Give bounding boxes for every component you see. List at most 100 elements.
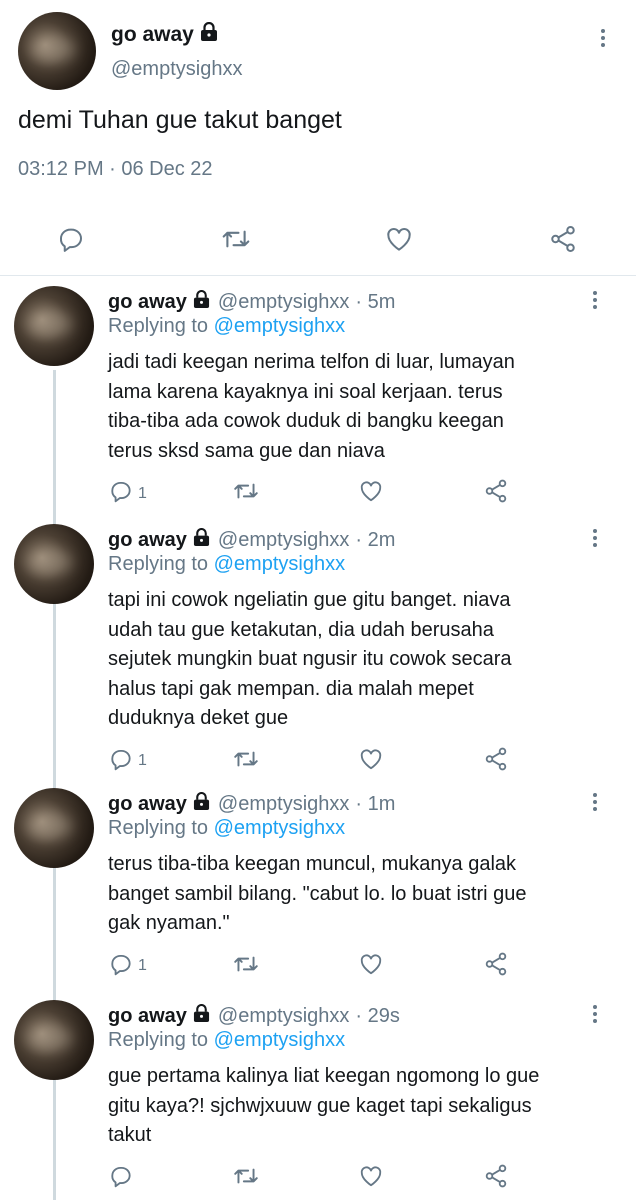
reply-author[interactable]: go away @emptysighxx · 5m: [108, 289, 395, 315]
reply-button[interactable]: 1: [108, 746, 147, 777]
share-icon: [483, 478, 509, 509]
replying-to: Replying to @emptysighxx: [108, 553, 345, 576]
reply-text-line: udah tau gue ketakutan, dia udah berusah…: [108, 618, 494, 641]
share-icon: [483, 1163, 509, 1194]
reply-time[interactable]: · 1m: [355, 793, 395, 816]
share-button[interactable]: [483, 746, 509, 777]
avatar[interactable]: [14, 524, 94, 604]
share-icon: [483, 746, 509, 777]
display-name[interactable]: go away: [108, 291, 187, 314]
reply-icon: [108, 478, 134, 509]
more-icon[interactable]: [591, 291, 599, 312]
like-icon: [358, 478, 384, 509]
retweet-icon: [232, 746, 260, 777]
avatar[interactable]: [14, 788, 94, 868]
reply-handle[interactable]: @emptysighxx: [218, 529, 349, 552]
divider: [0, 275, 636, 276]
avatar[interactable]: [14, 1000, 94, 1080]
reply-count: 1: [138, 752, 147, 769]
reply-button[interactable]: 1: [108, 951, 147, 982]
share-button[interactable]: [548, 224, 578, 259]
more-icon[interactable]: [599, 29, 607, 50]
display-name[interactable]: go away: [108, 793, 187, 816]
reply-count: 1: [138, 957, 147, 974]
lock-icon: [193, 1003, 210, 1029]
main-handle[interactable]: @emptysighxx: [111, 58, 242, 81]
replying-to: Replying to @emptysighxx: [108, 1029, 345, 1052]
like-icon: [358, 1163, 384, 1194]
retweet-button[interactable]: [220, 224, 252, 259]
reply-author[interactable]: go away @emptysighxx · 1m: [108, 791, 395, 817]
display-name[interactable]: go away: [111, 23, 194, 47]
reply-text-line: banget sambil bilang. "cabut lo. lo buat…: [108, 882, 527, 905]
reply-author[interactable]: go away @emptysighxx · 2m: [108, 527, 395, 553]
reply-text-line: tapi ini cowok ngeliatin gue gitu banget…: [108, 589, 511, 611]
reply-button[interactable]: 1: [108, 478, 147, 509]
avatar[interactable]: [18, 12, 96, 90]
like-button[interactable]: [358, 1163, 384, 1194]
reply-handle[interactable]: @emptysighxx: [218, 1005, 349, 1028]
lock-icon: [200, 21, 218, 48]
more-icon[interactable]: [591, 529, 599, 550]
reply-text-line: tiba-tiba ada cowok duduk di bangku keeg…: [108, 410, 504, 432]
reply-time[interactable]: · 2m: [355, 529, 395, 552]
main-author[interactable]: go away: [111, 21, 218, 48]
reply-time[interactable]: · 29s: [355, 1005, 399, 1028]
share-button[interactable]: [483, 1163, 509, 1194]
reply-text-line: jadi tadi keegan nerima telfon di luar, …: [108, 351, 515, 373]
retweet-button[interactable]: [232, 951, 260, 982]
more-icon[interactable]: [591, 793, 599, 814]
main-tweet-text: demi Tuhan gue takut banget: [18, 106, 342, 134]
reply-time[interactable]: · 5m: [355, 291, 395, 314]
avatar[interactable]: [14, 286, 94, 366]
retweet-button[interactable]: [232, 478, 260, 509]
like-button[interactable]: [358, 951, 384, 982]
reply-button[interactable]: [56, 224, 86, 259]
reply-text-line: duduknya deket gue: [108, 707, 289, 729]
share-button[interactable]: [483, 478, 509, 509]
reply-icon: [108, 951, 134, 982]
replying-to: Replying to @emptysighxx: [108, 315, 345, 338]
reply-text-line: lama karena kayaknya ini soal kerjaan. t…: [108, 380, 503, 403]
reply-text-line: halus tapi gak mempan. dia malah mepet: [108, 677, 474, 700]
like-button[interactable]: [358, 746, 384, 777]
lock-icon: [193, 791, 210, 817]
reply-text-line: takut: [108, 1124, 152, 1146]
reply-icon: [56, 224, 86, 259]
reply-text-line: terus tiba-tiba keegan muncul, mukanya g…: [108, 853, 517, 875]
replying-to-link[interactable]: @emptysighxx: [214, 553, 345, 575]
replying-to-link[interactable]: @emptysighxx: [214, 817, 345, 839]
retweet-icon: [232, 478, 260, 509]
replying-label: Replying to: [108, 1029, 209, 1051]
reply-text-line: gue pertama kalinya liat keegan ngomong …: [108, 1065, 540, 1087]
retweet-button[interactable]: [232, 1163, 260, 1194]
display-name[interactable]: go away: [108, 529, 187, 552]
like-button[interactable]: [358, 478, 384, 509]
retweet-button[interactable]: [232, 746, 260, 777]
reply-text-line: terus sksd sama gue dan niava: [108, 439, 385, 462]
like-button[interactable]: [384, 224, 414, 259]
reply-icon: [108, 746, 134, 777]
retweet-icon: [220, 224, 252, 259]
replying-label: Replying to: [108, 553, 209, 575]
reply-icon: [108, 1163, 134, 1194]
replying-label: Replying to: [108, 817, 209, 839]
reply-handle[interactable]: @emptysighxx: [218, 793, 349, 816]
reply-button[interactable]: [108, 1163, 138, 1194]
retweet-icon: [232, 1163, 260, 1194]
retweet-icon: [232, 951, 260, 982]
reply-handle[interactable]: @emptysighxx: [218, 291, 349, 314]
main-timestamp[interactable]: 03:12 PM · 06 Dec 22: [18, 158, 213, 181]
reply-text: terus tiba-tiba keegan muncul, mukanya g…: [108, 850, 526, 939]
more-icon[interactable]: [591, 1005, 599, 1026]
display-name[interactable]: go away: [108, 1005, 187, 1028]
like-icon: [358, 746, 384, 777]
reply-count: 1: [138, 484, 147, 502]
lock-icon: [193, 527, 210, 553]
replying-to-link[interactable]: @emptysighxx: [214, 315, 345, 337]
reply-author[interactable]: go away @emptysighxx · 29s: [108, 1003, 400, 1029]
replying-to-link[interactable]: @emptysighxx: [214, 1029, 345, 1051]
share-button[interactable]: [483, 951, 509, 982]
reply-text: tapi ini cowok ngeliatin gue gitu banget…: [108, 586, 512, 734]
share-icon: [548, 224, 578, 259]
